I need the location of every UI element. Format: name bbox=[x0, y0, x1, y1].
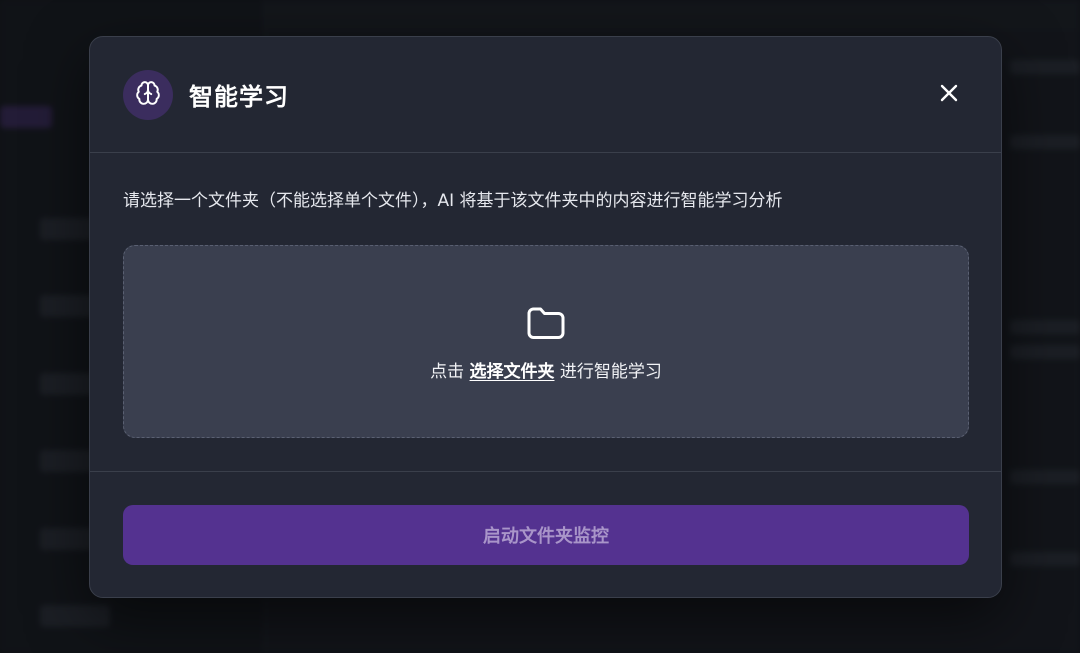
dialog-title: 智能学习 bbox=[189, 83, 289, 111]
start-folder-monitoring-button[interactable]: 启动文件夹监控 bbox=[123, 505, 969, 565]
dropzone-suffix: 进行智能学习 bbox=[554, 362, 662, 382]
dialog-footer: 启动文件夹监控 bbox=[90, 472, 1001, 565]
dropzone-text: 点击 选择文件夹 进行智能学习 bbox=[430, 357, 662, 382]
smart-learning-dialog: 智能学习 请选择一个文件夹（不能选择单个文件），AI 将基于该文件夹中的内容进行… bbox=[89, 36, 1002, 598]
instruction-text: 请选择一个文件夹（不能选择单个文件），AI 将基于该文件夹中的内容进行智能学习分… bbox=[123, 191, 783, 211]
dialog-header: 智能学习 bbox=[90, 37, 1001, 153]
header-badge bbox=[123, 69, 173, 120]
close-button[interactable] bbox=[937, 83, 961, 107]
folder-dropzone[interactable]: 点击 选择文件夹 进行智能学习 bbox=[123, 245, 969, 438]
dropzone-prefix: 点击 bbox=[430, 362, 470, 382]
close-icon bbox=[939, 83, 959, 107]
select-folder-link[interactable]: 选择文件夹 bbox=[470, 362, 555, 382]
brain-icon bbox=[135, 80, 161, 110]
folder-icon bbox=[525, 305, 567, 345]
dialog-body: 请选择一个文件夹（不能选择单个文件），AI 将基于该文件夹中的内容进行智能学习分… bbox=[90, 153, 1001, 472]
